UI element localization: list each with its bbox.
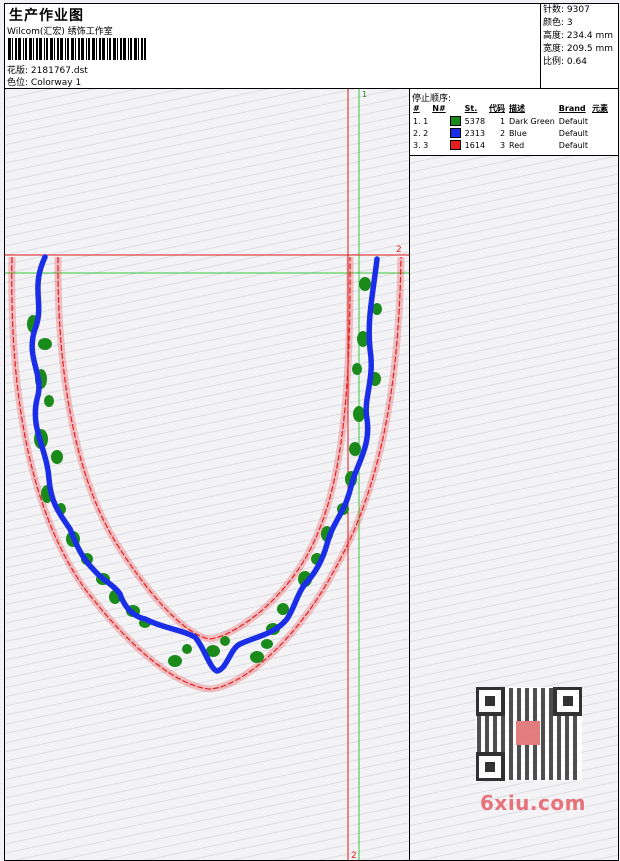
row-description: Red [509,140,525,150]
stats-panel: 针数: 9307 颜色: 3 高度: 234.4 mm 宽度: 209.5 mm… [540,4,618,88]
design-canvas: 1 2 2 [5,89,410,860]
embroidery-design: 1 2 2 [5,89,409,860]
color-swatch-red [449,140,461,150]
col-description: 描述 [509,104,526,113]
row-brand: Default [558,140,589,150]
design-width: 宽度: 209.5 mm [543,44,614,54]
row-code: 2 [499,128,506,138]
guide-label-1: 1 [362,90,367,99]
col-brand: Brand [558,104,586,113]
page-title: 生产作业图 [9,8,84,24]
header: 生产作业图 Wilcom(汇宏) 绣饰工作室 花版: 2181767.dst 色… [5,4,618,89]
row-index: 1. 1 [413,116,429,126]
row-description: Dark Green [509,116,555,126]
guide-label-2-top: 2 [396,245,402,255]
col-stitches: St. [464,104,478,113]
outer-red-border-shade [8,256,405,693]
row-brand: Default [558,116,589,126]
color-swatch-blue [449,128,461,138]
legend-row: 2. 2 2313 2 Blue Default [411,127,610,139]
col-number: N# [432,104,446,113]
colorway-label: 色位: [7,78,29,88]
colorway-line: 色位: Colorway 1 [7,75,81,88]
color-count: 颜色: 3 [543,18,573,28]
barcode [8,38,146,60]
company-name: Wilcom(汇宏) 绣饰工作室 [7,27,113,37]
col-index: # [413,104,420,113]
row-brand: Default [558,128,589,138]
col-code: 代码 [489,104,506,113]
side-panel: 停止顺序: # N# St. 代码 描述 Brand 元素 1. 1 5378 [410,89,618,860]
legend-header-row: # N# St. 代码 描述 Brand 元素 [411,102,610,115]
row-index: 3. 3 [413,140,429,150]
design-height: 高度: 234.4 mm [543,31,614,41]
production-sheet: 生产作业图 Wilcom(汇宏) 绣饰工作室 花版: 2181767.dst 色… [4,3,619,861]
row-stitches: 1614 [464,140,486,150]
row-code: 3 [499,140,506,150]
row-index: 2. 2 [413,128,429,138]
col-element: 元素 [592,104,609,113]
row-description: Blue [509,128,527,138]
watermark-brand: 6xiu.com [480,791,586,815]
outer-red-border [11,256,402,690]
row-stitches: 5378 [464,116,486,126]
stitch-count: 针数: 9307 [543,5,590,15]
colorway-value: Colorway 1 [30,78,82,88]
guide-label-2-bottom: 2 [351,851,357,860]
row-code: 1 [499,116,506,126]
legend-row: 3. 3 1614 3 Red Default [411,139,610,151]
qr-code-watermark [476,687,582,781]
design-scale: 比例: 0.64 [543,57,587,67]
color-swatch-green [449,116,461,126]
col-swatch [448,102,463,115]
legend-row: 1. 1 5378 1 Dark Green Default [411,115,610,127]
color-legend: 停止顺序: # N# St. 代码 描述 Brand 元素 1. 1 5378 [410,89,618,156]
legend-table: # N# St. 代码 描述 Brand 元素 1. 1 5378 1 Dark… [411,102,610,151]
row-stitches: 2313 [464,128,486,138]
green-floral-motifs [27,277,382,667]
